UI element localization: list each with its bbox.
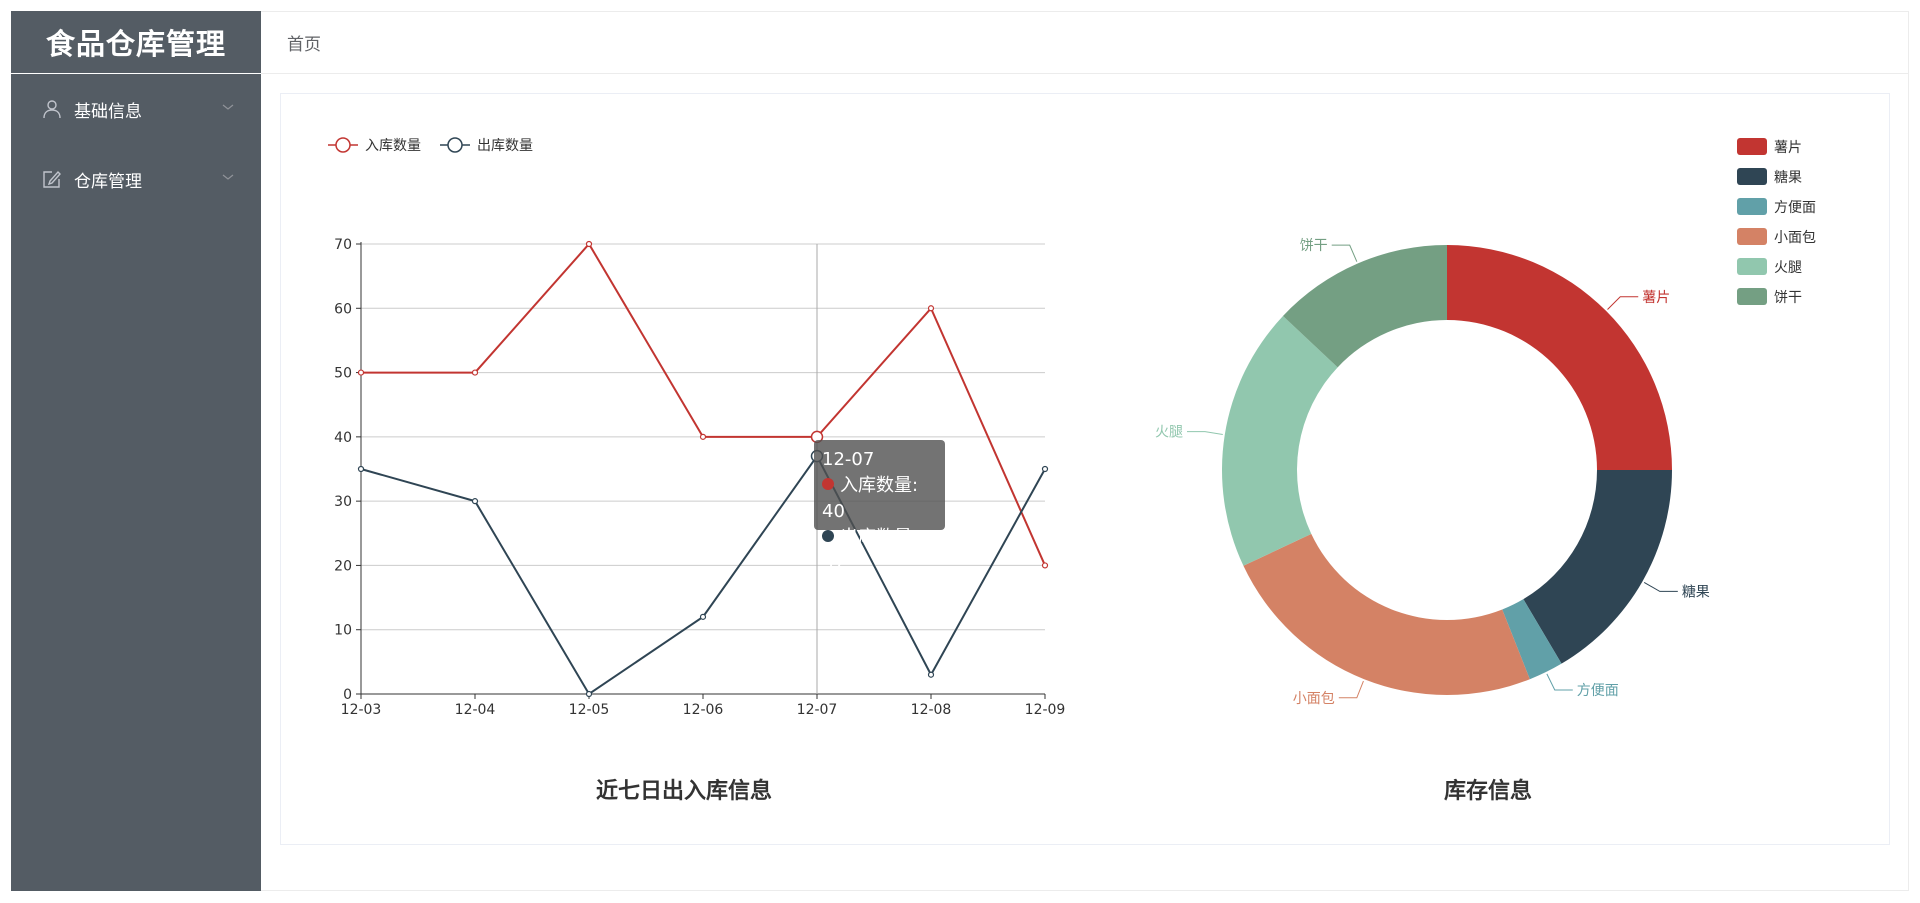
y-tick-label: 40 <box>334 430 352 446</box>
x-tick-label: 12-05 <box>569 702 610 718</box>
legend-label: 入库数量 <box>365 138 421 154</box>
legend-item: 出库数量 <box>440 137 533 154</box>
line-chart-title: 近七日出入库信息 <box>595 779 773 804</box>
line-chart: 0 10 20 30 40 50 60 70 12-03 12-04 12-05 12-06 12-07… <box>328 137 1066 718</box>
data-point <box>357 465 365 473</box>
tooltip-in-label: 入库数量: 40 <box>822 475 919 522</box>
x-tick-label: 12-06 <box>683 702 724 718</box>
legend-marker <box>447 137 463 153</box>
y-tick-label: 50 <box>334 366 352 382</box>
in-dot-icon <box>822 478 834 490</box>
out-dot-icon <box>822 530 834 542</box>
data-point <box>699 433 707 440</box>
data-point <box>357 369 365 376</box>
data-point <box>471 498 479 505</box>
y-tick-label: 10 <box>334 623 352 639</box>
y-tick-label: 60 <box>334 301 352 317</box>
chart-tooltip: 12-07 入库数量: 40 出库数量: 37 <box>814 440 945 574</box>
data-point <box>1041 562 1049 569</box>
x-tick-label: 12-07 <box>797 702 838 718</box>
legend-label: 出库数量 <box>477 138 533 154</box>
x-tick-label: 12-09 <box>1025 702 1066 718</box>
data-point <box>585 690 593 698</box>
tooltip-out-label: 出库数量: 37 <box>822 527 919 574</box>
x-tick-label: 12-08 <box>911 702 952 718</box>
y-tick-label: 20 <box>334 558 352 574</box>
tooltip-in-row: 入库数量: 40 <box>822 473 937 525</box>
tooltip-out-row: 出库数量: 37 <box>822 525 937 577</box>
pie-chart-title: 库存信息 <box>1443 779 1533 804</box>
data-point <box>585 240 593 248</box>
legend-item: 入库数量 <box>328 137 421 154</box>
y-tick-label: 70 <box>334 237 352 253</box>
x-tick-label: 12-03 <box>341 702 382 718</box>
data-point <box>1041 465 1049 473</box>
legend-marker <box>335 137 351 153</box>
data-point <box>699 613 707 620</box>
data-point <box>927 305 935 312</box>
data-point <box>471 369 479 376</box>
y-tick-label: 30 <box>334 494 352 510</box>
data-point <box>927 671 935 678</box>
app-root: 食品仓库管理 基础信息 仓库管理 首页 0 10 20 30 40 50 60 … <box>0 0 1920 903</box>
tooltip-date: 12-07 <box>822 449 875 470</box>
x-tick-label: 12-04 <box>455 702 496 718</box>
y-tick-label: 0 <box>343 687 352 703</box>
